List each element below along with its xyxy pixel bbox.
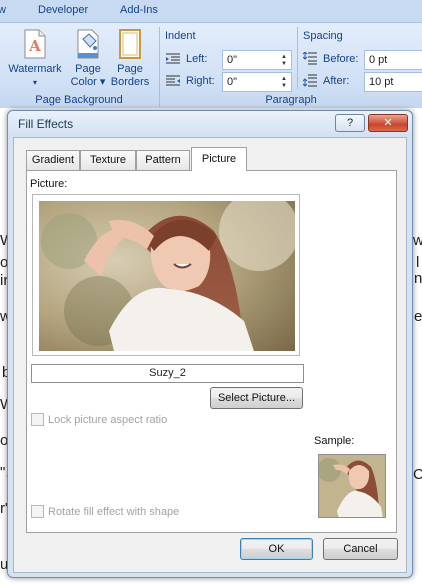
watermark-button[interactable]: A Watermark ▾ xyxy=(4,29,66,89)
page-color-label-2: Color ▾ xyxy=(70,76,106,88)
spacing-after-value: 10 pt xyxy=(369,76,394,88)
picture-panel-content: Picture: Suzy_2 Select Picture... Lock p… xyxy=(0,110,422,578)
rotate-fill-checkbox[interactable] xyxy=(31,505,44,518)
tab-developer[interactable]: Developer xyxy=(38,4,88,16)
rotate-fill-label: Rotate fill effect with shape xyxy=(48,506,180,518)
cancel-button[interactable]: Cancel xyxy=(323,538,398,560)
sample-image xyxy=(319,455,385,517)
indent-left-label: Left: xyxy=(186,53,208,65)
spacing-before-icon xyxy=(302,51,317,65)
watermark-arrow: ▾ xyxy=(32,78,37,87)
tab-view[interactable]: w xyxy=(0,4,6,16)
spacing-after-label: After: xyxy=(323,75,350,87)
photo-image xyxy=(39,201,295,351)
indent-left-value: 0" xyxy=(227,54,238,66)
svg-text:A: A xyxy=(28,37,41,55)
spacing-before-input[interactable]: 0 pt xyxy=(364,50,422,70)
picture-preview-frame xyxy=(32,194,300,356)
lock-aspect-checkbox[interactable] xyxy=(31,413,44,426)
indent-right-label: Right: xyxy=(186,75,215,87)
paragraph-group-label: Paragraph xyxy=(265,94,317,106)
ok-button[interactable]: OK xyxy=(240,538,313,560)
indent-spacing-divider xyxy=(297,27,298,89)
tab-add-ins[interactable]: Add-Ins xyxy=(120,4,158,16)
sample-label: Sample: xyxy=(314,435,355,447)
ribbon-tab-bar: w Developer Add-Ins xyxy=(0,0,422,22)
spacing-after-icon xyxy=(302,74,317,87)
paint-bucket-icon xyxy=(75,29,101,59)
page-background-group-label: Page Background xyxy=(35,94,123,106)
spin-down-icon[interactable]: ▼ xyxy=(281,60,289,68)
ribbon-body: A Watermark ▾ Page Color ▾ Page Borders … xyxy=(0,22,422,108)
page-color-label: Page xyxy=(75,63,101,75)
lock-aspect-label: Lock picture aspect ratio xyxy=(48,414,168,426)
spacing-after-input[interactable]: 10 pt xyxy=(364,72,422,92)
watermark-icon: A xyxy=(22,29,48,59)
indent-title: Indent xyxy=(165,30,196,42)
spin-down-icon[interactable]: ▼ xyxy=(281,82,289,90)
watermark-label: Watermark xyxy=(8,63,62,75)
indent-right-icon xyxy=(166,75,180,87)
page-borders-label-2: Borders xyxy=(110,76,150,88)
indent-right-input[interactable]: 0" ▲ ▼ xyxy=(222,72,292,92)
picture-preview xyxy=(39,201,295,351)
picture-label: Picture: xyxy=(30,178,68,190)
spacing-before-value: 0 pt xyxy=(369,54,388,66)
spacing-before-label: Before: xyxy=(323,53,359,65)
indent-left-input[interactable]: 0" ▲ ▼ xyxy=(222,50,292,70)
picture-name-field: Suzy_2 xyxy=(31,364,304,383)
indent-left-icon xyxy=(166,53,180,65)
indent-right-value: 0" xyxy=(227,76,238,88)
page-borders-icon xyxy=(117,29,143,59)
spacing-title: Spacing xyxy=(303,30,343,42)
page-borders-label: Page xyxy=(117,63,143,75)
select-picture-button[interactable]: Select Picture... xyxy=(210,387,303,409)
page-borders-button[interactable]: Page Borders xyxy=(108,29,152,89)
page-color-button[interactable]: Page Color ▾ xyxy=(66,29,110,89)
sample-preview xyxy=(318,454,386,518)
